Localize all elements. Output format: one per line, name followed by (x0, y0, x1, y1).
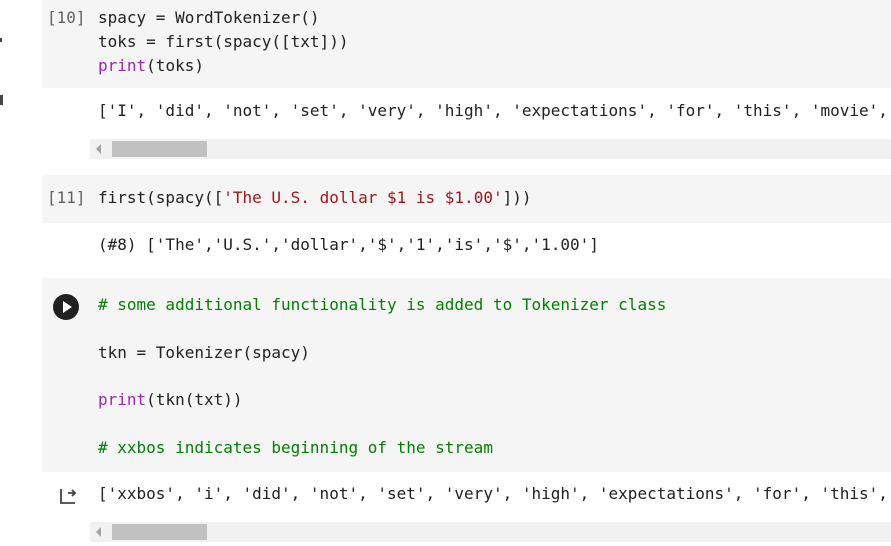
code-token: first(spacy([ (98, 188, 224, 207)
chevron-left-icon[interactable] (96, 144, 101, 154)
code-token: (tkn(txt)) (146, 390, 243, 409)
chevron-left-icon[interactable] (96, 527, 101, 537)
code-line[interactable]: # xxbos indicates beginning of the strea… (98, 438, 493, 457)
sidebar-edge-mark (0, 95, 3, 105)
cell-execution-count: [10] (47, 8, 86, 27)
code-token: (toks) (146, 56, 204, 75)
code-token: spacy = WordTokenizer() (98, 8, 320, 27)
code-token: ])) (502, 188, 532, 207)
cell-output-text: (#8) ['The','U.S.','dollar','$','1','is'… (98, 235, 599, 254)
scrollbar-thumb[interactable] (112, 141, 207, 157)
cell-output-text: ['xxbos', 'i', 'did', 'not', 'set', 'ver… (98, 484, 888, 503)
code-comment: # xxbos indicates beginning of the strea… (98, 438, 493, 457)
run-cell-button[interactable] (53, 294, 79, 320)
code-line[interactable]: first(spacy(['The U.S. dollar $1 is $1.0… (98, 188, 532, 207)
code-builtin: print (98, 390, 147, 409)
scrollbar-thumb[interactable] (112, 524, 207, 540)
cell-output-text: ['I', 'did', 'not', 'set', 'very', 'high… (98, 101, 888, 120)
code-line[interactable]: print(toks) (98, 56, 204, 75)
sidebar-edge-mark (0, 38, 2, 42)
code-builtin: print (98, 56, 147, 75)
code-string: 'The U.S. dollar $1 is $1.00' (223, 188, 503, 207)
code-comment: # some additional functionality is added… (98, 295, 667, 314)
code-line[interactable]: spacy = WordTokenizer() (98, 8, 320, 27)
horizontal-scrollbar[interactable] (90, 139, 891, 159)
code-line[interactable]: toks = first(spacy([txt])) (98, 32, 348, 51)
code-token: toks = first(spacy([txt])) (98, 32, 349, 51)
code-line[interactable]: # some additional functionality is added… (98, 295, 666, 314)
play-icon (63, 301, 72, 313)
horizontal-scrollbar[interactable] (90, 522, 891, 542)
code-line[interactable]: print(tkn(txt)) (98, 390, 243, 409)
code-line[interactable]: tkn = Tokenizer(spacy) (98, 343, 310, 362)
cell-execution-count: [11] (47, 188, 86, 207)
output-redirect-icon[interactable] (58, 486, 78, 506)
code-token: tkn = Tokenizer(spacy) (98, 343, 310, 362)
